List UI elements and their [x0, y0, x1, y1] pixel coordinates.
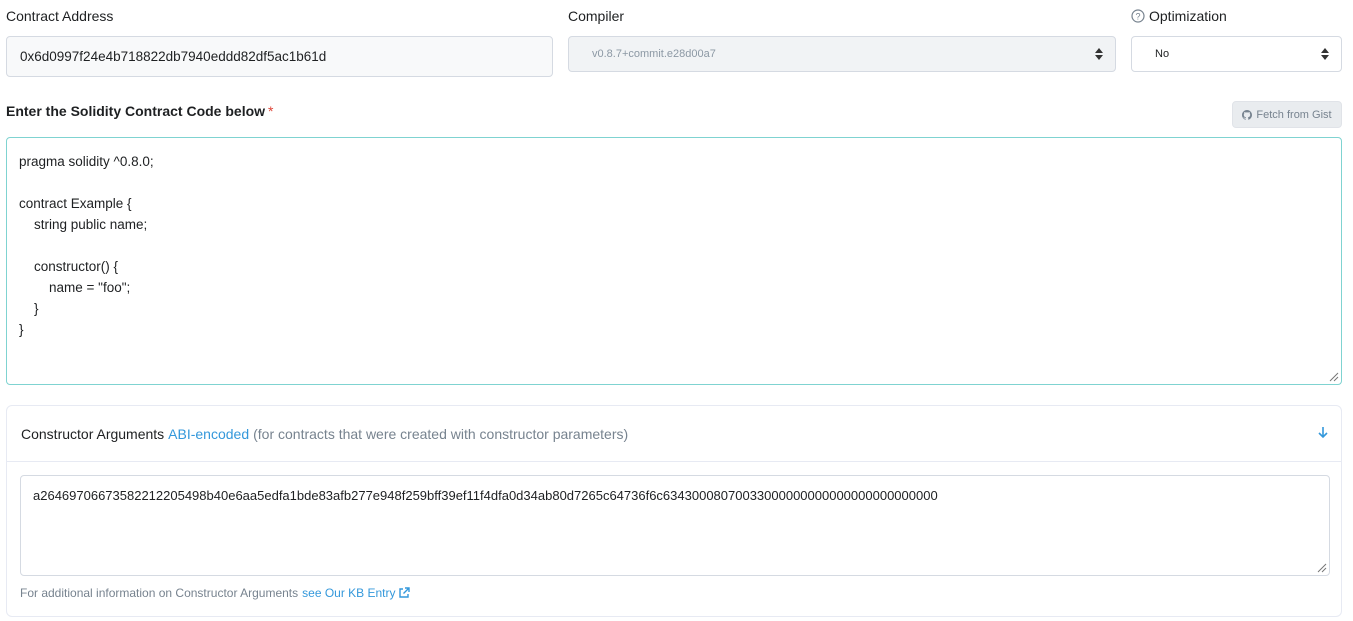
note-text: For additional information on Constructo… — [20, 586, 299, 600]
resize-handle-icon[interactable] — [1327, 370, 1339, 382]
svg-text:?: ? — [1135, 12, 1140, 22]
code-section-title-text: Enter the Solidity Contract Code below — [6, 103, 266, 119]
required-marker: * — [268, 103, 274, 119]
kb-entry-link[interactable]: see Our KB Entry — [302, 586, 395, 600]
optimization-select[interactable]: No — [1131, 36, 1342, 72]
constructor-arguments-value: a26469706673582212205498b40e6aa5edfa1bde… — [33, 488, 938, 503]
code-section-title: Enter the Solidity Contract Code below * — [6, 103, 273, 119]
resize-handle-icon[interactable] — [1315, 561, 1327, 573]
github-icon — [1242, 109, 1253, 120]
fetch-from-gist-label: Fetch from Gist — [1256, 108, 1332, 121]
contract-address-value: 0x6d0997f24e4b718822db7940eddd82df5ac1b6… — [20, 49, 327, 64]
select-arrows-icon — [1321, 48, 1329, 60]
constructor-arguments-textarea[interactable]: a26469706673582212205498b40e6aa5edfa1bde… — [20, 475, 1330, 576]
fetch-from-gist-button[interactable]: Fetch from Gist — [1232, 101, 1342, 128]
select-arrows-icon — [1095, 48, 1103, 60]
optimization-label-wrap: ? Optimization — [1131, 8, 1227, 24]
contract-code-textarea[interactable]: pragma solidity ^0.8.0; contract Example… — [6, 137, 1342, 385]
abi-encoded-link[interactable]: ABI-encoded — [168, 426, 249, 442]
compiler-select[interactable]: v0.8.7+commit.e28d00a7 — [568, 36, 1116, 72]
compiler-label: Compiler — [568, 8, 625, 24]
contract-address-label: Contract Address — [6, 8, 114, 24]
contract-address-input[interactable]: 0x6d0997f24e4b718822db7940eddd82df5ac1b6… — [6, 36, 553, 77]
optimization-selected-value: No — [1155, 48, 1170, 60]
compiler-selected-value: v0.8.7+commit.e28d00a7 — [592, 48, 716, 60]
help-icon[interactable]: ? — [1131, 9, 1145, 23]
constructor-arguments-hint: (for contracts that were created with co… — [253, 425, 629, 442]
constructor-arguments-header[interactable]: Constructor Arguments ABI-encoded (for c… — [7, 406, 1341, 462]
constructor-arguments-title: Constructor Arguments — [21, 425, 165, 442]
arrow-down-icon[interactable] — [1317, 424, 1329, 440]
contract-code-text: pragma solidity ^0.8.0; contract Example… — [19, 154, 154, 337]
optimization-label: Optimization — [1149, 8, 1227, 24]
verify-contract-form: Contract Address 0x6d0997f24e4b718822db7… — [0, 0, 1353, 621]
constructor-arguments-card: Constructor Arguments ABI-encoded (for c… — [6, 405, 1342, 617]
external-link-icon[interactable] — [398, 587, 410, 599]
constructor-arguments-note: For additional information on Constructo… — [20, 586, 410, 600]
